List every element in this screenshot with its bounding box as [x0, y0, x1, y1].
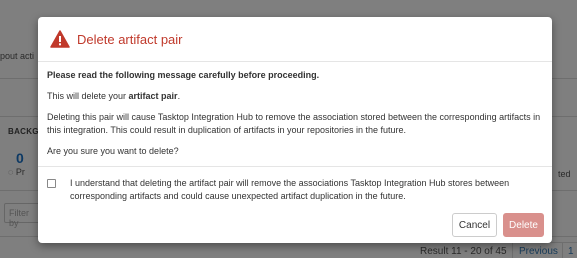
- acknowledge-checkbox-row[interactable]: I understand that deleting the artifact …: [47, 177, 524, 203]
- delete-artifact-pair-dialog: Delete artifact pair Please read the fol…: [38, 17, 552, 243]
- modal-delete-statement: This will delete your artifact pair.: [47, 91, 181, 101]
- modal-body: Please read the following message carefu…: [38, 62, 552, 158]
- warning-triangle-icon: [50, 30, 70, 48]
- modal-header: Delete artifact pair: [38, 17, 552, 62]
- acknowledge-checkbox-label: I understand that deleting the artifact …: [70, 178, 510, 201]
- modal-title: Delete artifact pair: [77, 31, 183, 47]
- delete-button[interactable]: Delete: [503, 213, 544, 237]
- artifact-pair-emphasis: artifact pair: [128, 91, 178, 101]
- modal-warning-paragraph: Deleting this pair will cause Tasktop In…: [47, 112, 541, 135]
- modal-lead-text: Please read the following message carefu…: [47, 70, 320, 80]
- cancel-button[interactable]: Cancel: [452, 213, 497, 237]
- modal-confirm-question: Are you sure you want to delete?: [47, 146, 179, 156]
- acknowledge-checkbox[interactable]: [47, 179, 56, 188]
- modal-divider: [38, 166, 552, 167]
